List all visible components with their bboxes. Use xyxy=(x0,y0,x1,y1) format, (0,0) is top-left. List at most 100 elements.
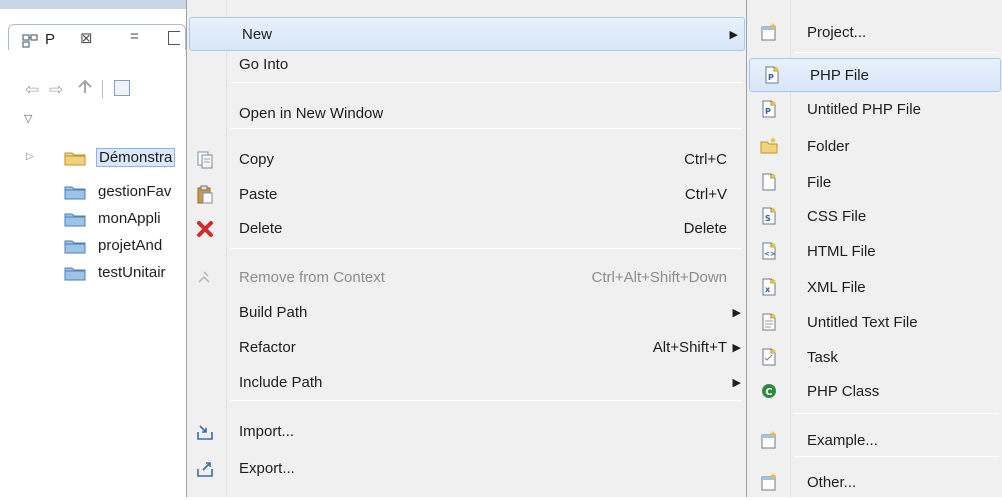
submenu-item-label: Folder xyxy=(807,138,850,155)
menu-item-label: Open in New Window xyxy=(239,105,384,122)
tab-close-icon[interactable]: ⊠ xyxy=(80,29,93,47)
menu-item-label: Go Into xyxy=(239,56,289,73)
forward-arrow-icon[interactable]: ⇨ xyxy=(49,80,63,100)
menu-separator xyxy=(231,400,741,401)
svg-text:P: P xyxy=(768,73,774,82)
menu-item-label: Build Path xyxy=(239,304,308,321)
new-submenu: Project... P PHP File P Untitled PHP File Fol… xyxy=(746,0,1002,497)
minimize-icon[interactable]: = xyxy=(130,28,139,45)
tree-item-label: testUnitair xyxy=(98,264,166,281)
menu-item-paste[interactable]: Paste Ctrl+V xyxy=(187,178,747,212)
project-folder-icon xyxy=(64,213,86,227)
submenu-item-example[interactable]: Example... xyxy=(747,424,1002,458)
css-file-icon: S xyxy=(759,206,779,226)
menu-item-go-into[interactable]: Go Into xyxy=(187,48,747,82)
menu-item-shortcut: Ctrl+Alt+Shift+Down xyxy=(591,269,727,286)
tree-item-label: gestionFav xyxy=(98,183,172,200)
new-project-icon xyxy=(759,22,779,42)
php-file-icon: P xyxy=(759,99,779,119)
submenu-item-label: File xyxy=(807,174,832,191)
tree-item[interactable]: projetAnd xyxy=(0,235,186,257)
menu-item-export[interactable]: Export... xyxy=(187,452,747,486)
submenu-item-css-file[interactable]: S CSS File xyxy=(747,200,1002,234)
menu-item-delete[interactable]: Delete Delete xyxy=(187,212,747,246)
php-class-icon: C xyxy=(759,381,779,401)
menu-separator xyxy=(795,456,999,457)
submenu-item-php-file[interactable]: P PHP File xyxy=(749,58,1001,92)
submenu-arrow-icon: ▶ xyxy=(729,29,738,41)
submenu-item-file[interactable]: File xyxy=(747,166,1002,200)
tree-item-label: projetAnd xyxy=(98,237,163,254)
package-explorer-icon xyxy=(22,34,38,48)
menu-item-label: Export... xyxy=(239,460,295,477)
menu-item-shortcut: Alt+Shift+T xyxy=(652,339,727,356)
submenu-item-untitled-text-file[interactable]: Untitled Text File xyxy=(747,306,1002,340)
menu-item-label: New xyxy=(242,26,273,43)
new-file-icon xyxy=(759,172,779,192)
submenu-arrow-icon: ▶ xyxy=(732,377,741,389)
submenu-item-xml-file[interactable]: x XML File xyxy=(747,271,1002,305)
tree-item[interactable]: testUnitair xyxy=(0,262,186,284)
up-folder-icon[interactable] xyxy=(76,78,94,96)
menu-item-label: Delete xyxy=(239,220,283,237)
submenu-item-label: Untitled Text File xyxy=(807,314,918,331)
menu-separator xyxy=(231,128,741,129)
maximize-icon[interactable] xyxy=(168,31,180,45)
svg-text:x: x xyxy=(765,285,771,294)
export-icon xyxy=(195,459,215,479)
submenu-item-label: PHP File xyxy=(810,67,869,84)
copy-icon xyxy=(195,150,215,170)
project-explorer: P ⊠ = ⇦ ⇨ ▽ ▷ Démonstra gestionFav monAppli… xyxy=(0,0,186,497)
project-folder-icon xyxy=(64,267,86,281)
submenu-item-label: Project... xyxy=(807,24,867,41)
menu-item-include-path[interactable]: Include Path ▶ xyxy=(187,366,747,400)
tree-item[interactable]: ▷ Démonstra xyxy=(0,147,186,169)
expand-twisty-icon[interactable]: ▷ xyxy=(26,151,34,162)
submenu-item-other[interactable]: Other... xyxy=(747,466,1002,500)
menu-item-label: Import... xyxy=(239,423,295,440)
submenu-item-label: Untitled PHP File xyxy=(807,101,921,118)
other-wizard-icon xyxy=(759,472,779,492)
menu-item-import[interactable]: Import... xyxy=(187,415,747,449)
tree-item-label: monAppli xyxy=(98,210,161,227)
svg-text:C: C xyxy=(765,387,772,398)
menu-item-new[interactable]: New ▶ xyxy=(189,17,745,51)
menu-item-remove-from-context[interactable]: Remove from Context Ctrl+Alt+Shift+Down xyxy=(187,261,747,295)
delete-icon xyxy=(195,219,215,239)
html-file-icon: <> xyxy=(759,241,779,261)
task-icon xyxy=(759,347,779,367)
collapse-all-icon[interactable] xyxy=(114,80,130,96)
example-icon xyxy=(759,430,779,450)
project-folder-icon xyxy=(64,240,86,254)
php-file-icon: P xyxy=(762,65,782,85)
menu-item-refactor[interactable]: Refactor Alt+Shift+T ▶ xyxy=(187,331,747,365)
submenu-item-task[interactable]: Task xyxy=(747,341,1002,375)
submenu-item-label: Other... xyxy=(807,474,857,491)
back-arrow-icon[interactable]: ⇦ xyxy=(25,80,39,100)
menu-item-copy[interactable]: Copy Ctrl+C xyxy=(187,143,747,177)
menu-item-label: Paste xyxy=(239,186,278,203)
submenu-item-untitled-php-file[interactable]: P Untitled PHP File xyxy=(747,93,1002,127)
view-menu-chevron-icon[interactable]: ▽ xyxy=(24,112,32,125)
menu-separator xyxy=(231,82,741,83)
menu-item-open-in-new-window[interactable]: Open in New Window xyxy=(187,97,747,131)
submenu-arrow-icon: ▶ xyxy=(732,342,741,354)
submenu-item-label: Example... xyxy=(807,432,878,449)
menu-item-build-path[interactable]: Build Path ▶ xyxy=(187,296,747,330)
svg-text:P: P xyxy=(765,107,771,116)
submenu-item-folder[interactable]: Folder xyxy=(747,130,1002,164)
tree-item[interactable]: monAppli xyxy=(0,208,186,230)
menu-item-label: Copy xyxy=(239,151,275,168)
new-folder-icon xyxy=(759,136,779,156)
submenu-item-project[interactable]: Project... xyxy=(747,16,1002,50)
submenu-item-label: XML File xyxy=(807,279,866,296)
submenu-item-php-class[interactable]: C PHP Class xyxy=(747,375,1002,409)
submenu-item-label: Task xyxy=(807,349,838,366)
menu-item-label: Remove from Context xyxy=(239,269,385,286)
submenu-arrow-icon: ▶ xyxy=(732,307,741,319)
explorer-top-strip xyxy=(0,0,186,9)
tree-item[interactable]: gestionFav xyxy=(0,181,186,203)
open-project-folder-icon xyxy=(64,152,86,166)
project-folder-icon xyxy=(64,186,86,200)
submenu-item-html-file[interactable]: <> HTML File xyxy=(747,235,1002,269)
